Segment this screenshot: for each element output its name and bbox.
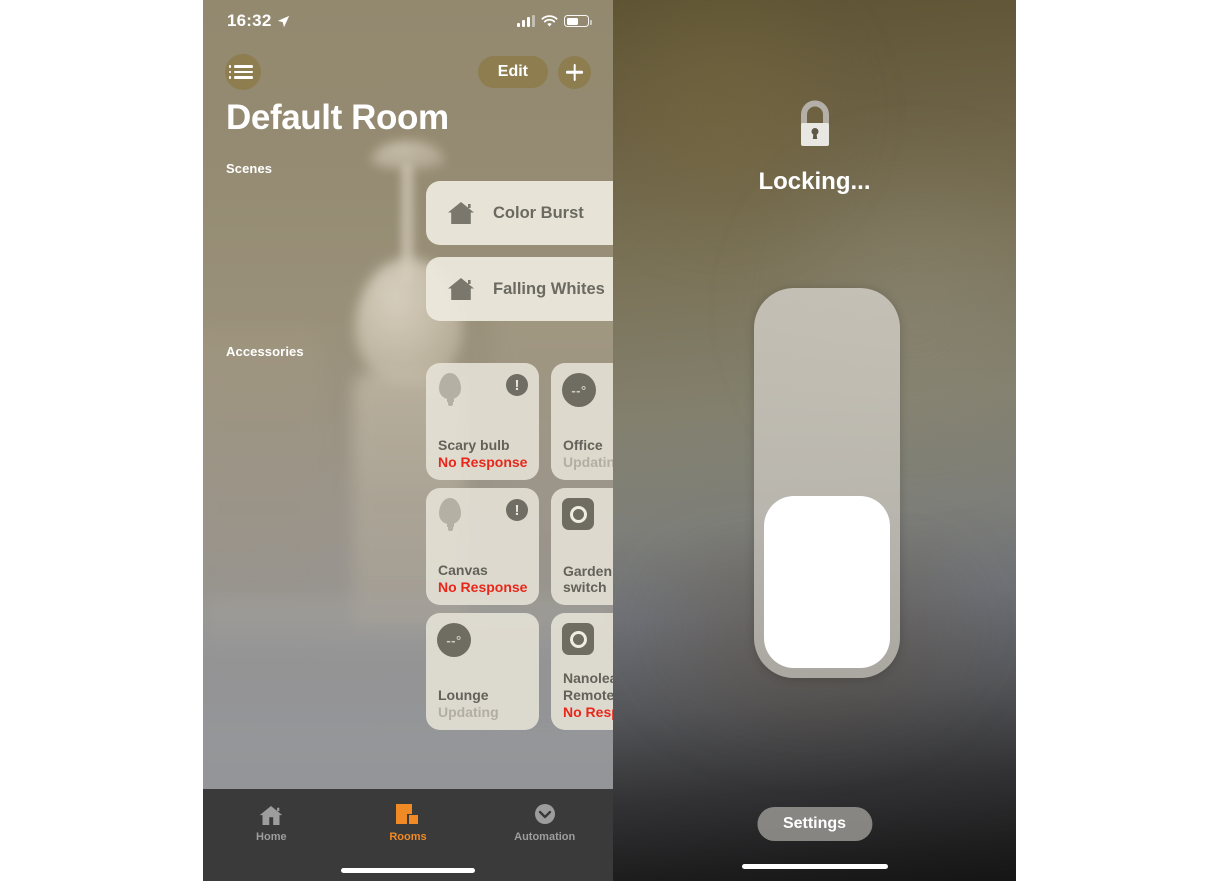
edit-button[interactable]: Edit: [477, 56, 548, 88]
switch-icon: [562, 623, 594, 655]
tab-label: Rooms: [389, 831, 427, 843]
tab-label: Home: [256, 830, 287, 843]
accessory-status: Updating: [563, 454, 613, 471]
scene-name: Falling Whites: [493, 279, 605, 298]
battery-icon: [564, 15, 592, 27]
list-button[interactable]: [225, 54, 261, 90]
tab-list: Home Rooms Automation: [203, 795, 613, 851]
accessory-status: No Response: [438, 454, 528, 471]
status-bar-time: 16:32: [227, 11, 272, 30]
accessory-tile-garden-switch[interactable]: Garden switch: [551, 488, 613, 605]
lock-state-text: Locking...: [758, 168, 871, 195]
settings-button[interactable]: Settings: [756, 807, 873, 841]
navigation-actions: Edit: [477, 55, 591, 89]
scenes-section-label: Scenes: [226, 161, 273, 176]
lock-status-icon-wrap: [613, 98, 1016, 156]
house-icon: [260, 805, 283, 825]
accessory-tile-nanoleaf-remote[interactable]: ! Nanoleaf Remote 2133 No Response: [551, 613, 613, 730]
scene-tile[interactable]: Color Burst: [426, 181, 613, 245]
navigation-bar: Edit: [203, 52, 613, 92]
lightbulb-icon: [437, 498, 463, 532]
accessory-name: Lounge: [438, 686, 489, 703]
accessory-status: No Response: [438, 579, 528, 596]
lock-slider-thumb[interactable]: [764, 496, 890, 668]
accessory-tile-office[interactable]: --° Office Updating: [551, 363, 613, 480]
accessory-labels: Office Updating: [563, 437, 613, 471]
accessory-name: Nanoleaf Remote 2133: [563, 670, 613, 703]
cellular-bars-icon: [517, 15, 535, 27]
accessory-labels: Nanoleaf Remote 2133 No Response: [563, 670, 613, 721]
status-bar-time-group: 16:32: [227, 11, 290, 31]
tab-label: Automation: [514, 831, 576, 843]
home-indicator[interactable]: [341, 868, 475, 873]
wifi-icon: [541, 14, 558, 27]
accessory-tile-lounge[interactable]: --° Lounge Updating: [426, 613, 539, 730]
automation-clock-icon: [534, 804, 555, 824]
left-phone-screen: 16:32 Edit Default Room Scenes Color Bur…: [203, 0, 613, 881]
tab-automation[interactable]: Automation: [476, 795, 613, 851]
tab-rooms[interactable]: Rooms: [340, 795, 477, 851]
temperature-sensor-icon: --°: [437, 623, 471, 657]
accessory-tile-scary-bulb[interactable]: ! Scary bulb No Response: [426, 363, 539, 480]
accessory-name: Garden switch: [563, 562, 613, 596]
right-phone-screen: Locking... Settings: [613, 0, 1016, 881]
list-icon: [228, 65, 253, 79]
house-icon: [446, 276, 476, 302]
accessory-name: Office: [563, 436, 603, 453]
status-bar-indicators: [517, 14, 592, 28]
home-indicator[interactable]: [741, 864, 888, 869]
accessory-labels: Scary bulb No Response: [438, 437, 531, 471]
page-title: Default Room: [226, 98, 449, 137]
locked-padlock-icon: [800, 100, 829, 146]
accessory-name: Scary bulb: [438, 436, 510, 453]
rooms-icon: [396, 804, 418, 824]
accessories-section-label: Accessories: [226, 344, 304, 359]
accessory-labels: Lounge Updating: [438, 687, 531, 721]
location-arrow-icon: [278, 15, 290, 27]
add-button[interactable]: [558, 55, 591, 89]
accessory-name: Canvas: [438, 561, 488, 578]
lock-slider[interactable]: [754, 288, 900, 678]
status-bar: 16:32: [203, 0, 613, 42]
house-icon: [446, 200, 476, 226]
warning-icon: !: [506, 499, 528, 521]
accessory-status: Updating: [438, 704, 499, 721]
warning-icon: !: [506, 374, 528, 396]
accessory-labels: Garden switch: [563, 563, 613, 596]
screenshot-stage: 16:32 Edit Default Room Scenes Color Bur…: [0, 0, 1220, 881]
accessory-tile-canvas[interactable]: ! Canvas No Response: [426, 488, 539, 605]
temperature-sensor-icon: --°: [562, 373, 596, 407]
scene-tile[interactable]: Falling Whites: [426, 257, 613, 321]
lightbulb-icon: [437, 373, 463, 407]
accessory-status: No Response: [563, 704, 613, 721]
switch-icon: [562, 498, 594, 530]
accessory-labels: Canvas No Response: [438, 562, 531, 596]
tab-bar: Home Rooms Automation: [203, 789, 613, 881]
tab-home[interactable]: Home: [203, 795, 340, 851]
scene-name: Color Burst: [493, 203, 584, 222]
